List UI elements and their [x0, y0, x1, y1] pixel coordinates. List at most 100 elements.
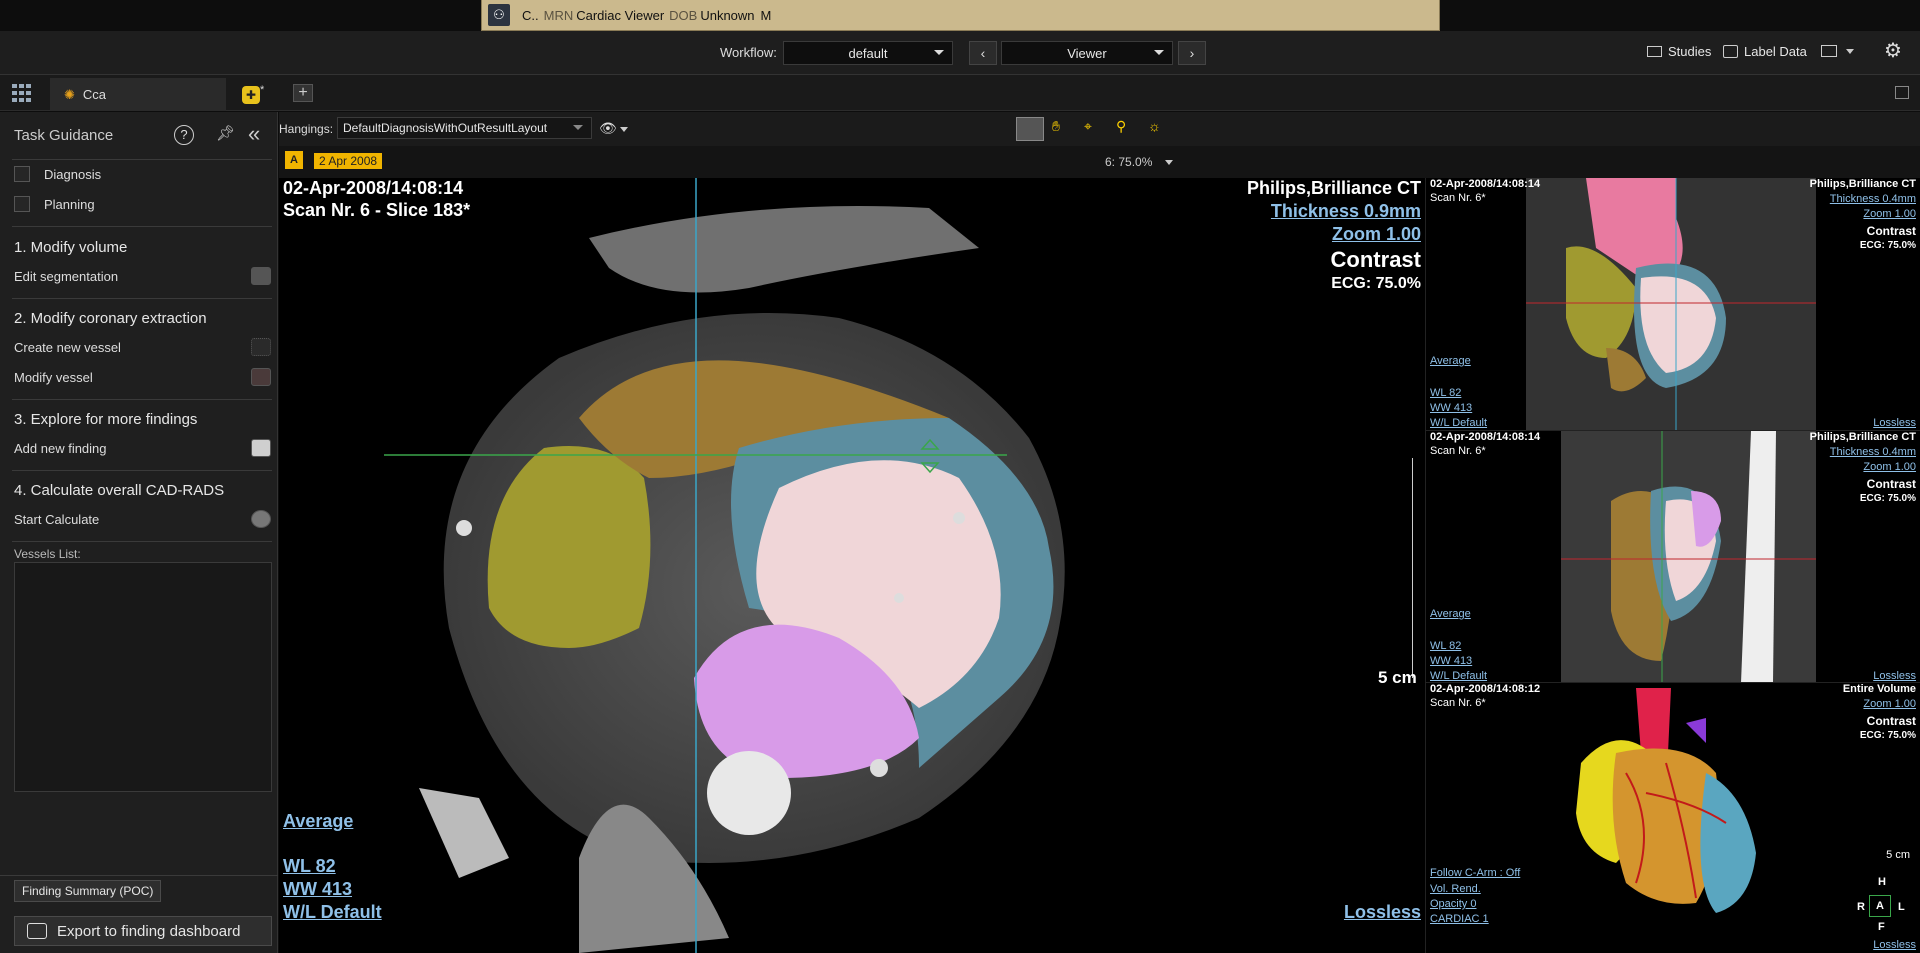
next-step-button[interactable]: › [1178, 41, 1206, 65]
export-label: Export to finding dashboard [57, 922, 241, 940]
follow-carm-link[interactable]: Follow C-Arm : Off [1430, 867, 1520, 879]
zoom-link[interactable]: Zoom 1.00 [1332, 224, 1421, 245]
top-view-contrast: Contrast [1866, 224, 1916, 238]
vol-rend-link[interactable]: Vol. Rend. [1430, 883, 1481, 895]
eye-icon[interactable]: 👁︎ [599, 120, 617, 137]
mid-view-zoom-link[interactable]: Zoom 1.00 [1863, 461, 1916, 473]
scanner-model: Philips,Brilliance CT [1246, 178, 1421, 198]
top-view-scan: Scan Nr. 6* [1430, 192, 1486, 204]
task-guidance-panel: Task Guidance ? 📌︎ « Diagnosis Planning … [0, 112, 278, 953]
apps-grid-icon[interactable] [12, 84, 32, 102]
mid-view-lossless-link[interactable]: Lossless [1873, 670, 1916, 682]
previous-step-button[interactable]: ‹ [969, 41, 997, 65]
ecg-phase: ECG: 75.0% [1331, 275, 1421, 292]
studies-label: Studies [1668, 44, 1712, 59]
mid-view-datetime: 02-Apr-2008/14:08:14 [1430, 431, 1541, 443]
chevron-down-icon [573, 125, 583, 130]
export-dashboard-button[interactable]: Export to finding dashboard [14, 916, 272, 946]
sagittal-viewport[interactable]: 02-Apr-2008/14:08:14 Scan Nr. 6* Philips… [1425, 430, 1920, 682]
render-mode-link[interactable]: Average [283, 811, 353, 832]
create-vessel-icon[interactable] [251, 338, 271, 356]
printer-icon [1723, 45, 1738, 58]
compression-link[interactable]: Lossless [1344, 902, 1421, 923]
create-vessel-label: Create new vessel [14, 340, 121, 355]
series-info-bar: A 2 Apr 2008 6: 75.0% [279, 146, 1920, 178]
asterisk-icon: * [260, 83, 265, 96]
workflow-step-select[interactable]: Viewer [1001, 41, 1173, 65]
label-data-label: Label Data [1744, 44, 1807, 59]
mid-view-contrast: Contrast [1866, 477, 1916, 491]
hangings-select[interactable]: DefaultDiagnosisWithOutResultLayout [337, 117, 592, 139]
chevron-down-icon[interactable] [1165, 160, 1173, 165]
studies-button[interactable]: Studies [1647, 44, 1711, 59]
thickness-link[interactable]: Thickness 0.9mm [1271, 201, 1421, 222]
top-view-ww-link[interactable]: WW 413 [1430, 402, 1472, 414]
chevron-down-icon[interactable] [1846, 49, 1854, 54]
calculate-icon[interactable] [251, 510, 271, 528]
pan-tool-icon[interactable]: ✋︎ [1052, 118, 1076, 140]
main-viewport[interactable]: 02-Apr-2008/14:08:14 Scan Nr. 6 - Slice … [279, 178, 1425, 953]
top-view-wl-link[interactable]: WL 82 [1430, 387, 1461, 399]
orientation-h: H [1878, 876, 1886, 888]
help-icon[interactable]: ? [174, 125, 194, 145]
divider [12, 470, 272, 471]
vr-view-contrast: Contrast [1866, 714, 1916, 728]
divider [12, 226, 272, 227]
top-view-average-link[interactable]: Average [1430, 355, 1471, 367]
orientation-f: F [1878, 921, 1885, 933]
shield-icon: ✚ [242, 85, 260, 104]
crosshair-tool-icon[interactable]: ⌖ [1084, 118, 1108, 140]
mid-view-scan: Scan Nr. 6* [1430, 445, 1486, 457]
workflow-select-value: default [848, 45, 888, 61]
hangings-label: Hangings: [279, 122, 334, 136]
mid-view-wl-link[interactable]: WL 82 [1430, 640, 1461, 652]
ct-sagittal-image [1561, 431, 1816, 682]
chevron-down-icon[interactable] [620, 127, 628, 132]
patient-banner: ⚇ C.. MRN Cardiac Viewer DOB Unknown M [481, 0, 1440, 31]
step2-title: 2. Modify coronary extraction [14, 310, 207, 327]
coronal-viewport[interactable]: 02-Apr-2008/14:08:14 Scan Nr. 6* Philips… [1425, 178, 1920, 430]
workflow-select[interactable]: default [783, 41, 953, 65]
tab-cca[interactable]: ✺ Cca [50, 78, 226, 111]
orientation-cube[interactable]: A [1869, 895, 1891, 917]
vr-view-datetime: 02-Apr-2008/14:08:12 [1430, 683, 1541, 695]
studies-icon [1647, 46, 1662, 57]
select-tool-icon[interactable] [1016, 117, 1044, 141]
add-finding-icon[interactable] [251, 439, 271, 457]
label-data-button[interactable]: Label Data [1723, 44, 1807, 59]
zoom-tool-icon[interactable]: ⚲ [1116, 118, 1140, 140]
top-view-zoom-link[interactable]: Zoom 1.00 [1863, 208, 1916, 220]
finding-summary-button[interactable]: Finding Summary (POC) [14, 880, 162, 902]
top-view-wl-default-link[interactable]: W/L Default [1430, 417, 1487, 429]
window-level-link[interactable]: WL 82 [283, 856, 336, 877]
edit-segmentation-icon[interactable] [251, 267, 271, 285]
maximize-icon[interactable] [1895, 86, 1909, 99]
brightness-tool-icon[interactable]: ☼ [1148, 118, 1172, 140]
vr-view-zoom-link[interactable]: Zoom 1.00 [1863, 698, 1916, 710]
planning-checkbox[interactable] [14, 196, 30, 212]
vessels-list[interactable] [14, 562, 272, 792]
add-tab-button[interactable]: + [293, 84, 313, 102]
start-calculate-label: Start Calculate [14, 512, 100, 527]
top-view-lossless-link[interactable]: Lossless [1873, 417, 1916, 429]
collapse-panel-icon[interactable]: « [248, 121, 260, 147]
volume-render-viewport[interactable]: 02-Apr-2008/14:08:12 Scan Nr. 6* Entire … [1425, 682, 1920, 953]
vr-view-lossless-link[interactable]: Lossless [1873, 939, 1916, 951]
top-view-thickness-link[interactable]: Thickness 0.4mm [1830, 193, 1916, 205]
layout-icon[interactable] [1821, 45, 1837, 57]
opacity-link[interactable]: Opacity 0 [1430, 898, 1476, 910]
tab-findings[interactable]: ✚ * [236, 78, 296, 111]
gear-icon[interactable]: ⚙ [1884, 38, 1902, 63]
wl-preset-link[interactable]: W/L Default [283, 902, 382, 923]
mid-view-wl-default-link[interactable]: W/L Default [1430, 670, 1487, 682]
mid-view-ww-link[interactable]: WW 413 [1430, 655, 1472, 667]
mid-view-average-link[interactable]: Average [1430, 608, 1471, 620]
diagnosis-label: Diagnosis [44, 167, 102, 182]
window-width-link[interactable]: WW 413 [283, 879, 352, 900]
step1-title: 1. Modify volume [14, 239, 128, 256]
diagnosis-checkbox[interactable] [14, 166, 30, 182]
pin-icon[interactable]: 📌︎ [216, 124, 235, 142]
vr-preset-link[interactable]: CARDIAC 1 [1430, 913, 1489, 925]
modify-vessel-icon[interactable] [251, 368, 271, 386]
mid-view-thickness-link[interactable]: Thickness 0.4mm [1830, 446, 1916, 458]
